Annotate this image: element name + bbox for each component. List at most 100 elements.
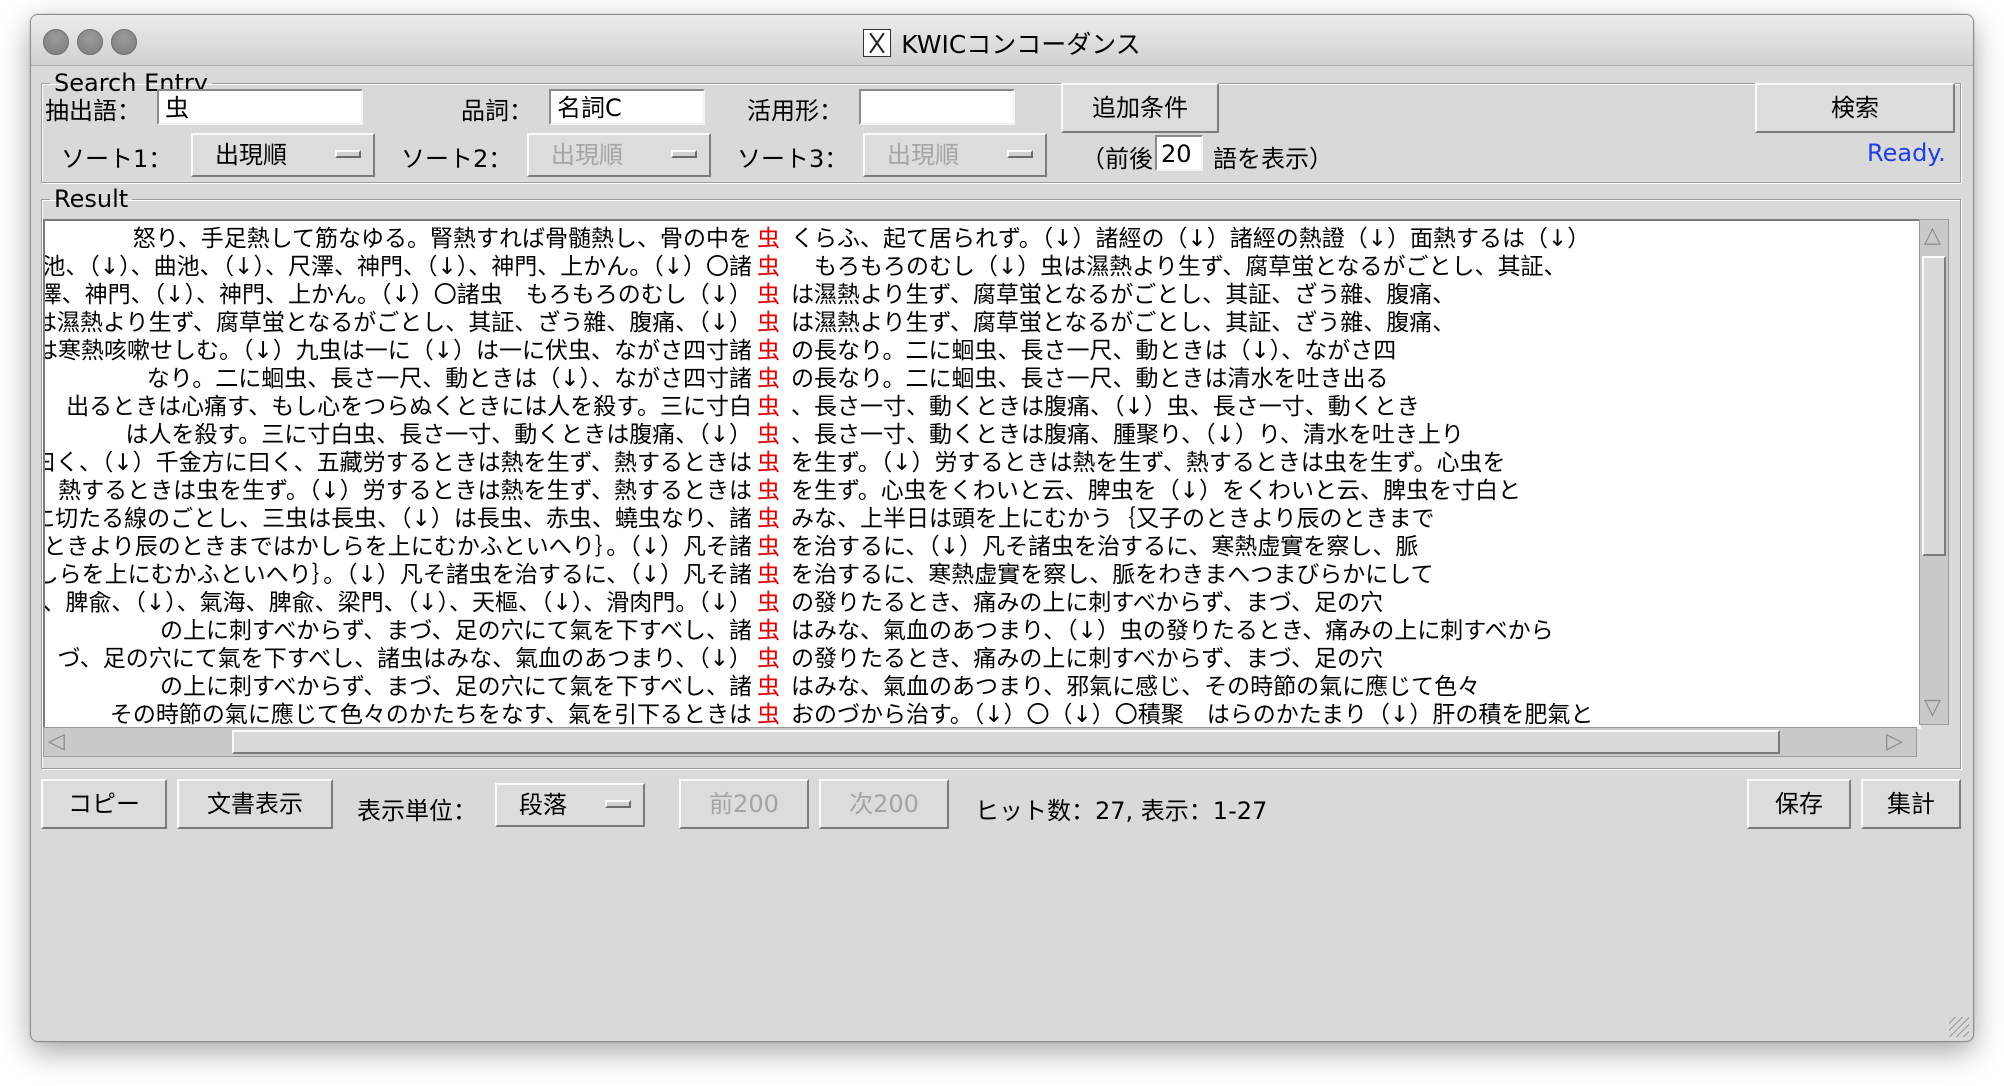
unit-label: 表示単位：	[357, 797, 477, 825]
left-context: その時節の氣に應じて色々のかたちをなす、氣を引下るときは	[109, 702, 752, 728]
menu-indicator-icon	[335, 150, 361, 158]
search-button[interactable]: 検索	[1755, 83, 1955, 133]
right-context: は濕熱より生ず、腐草蛍となるがごとし、其証、ざう雜、腹痛、	[791, 282, 1456, 308]
kwic-row: は濕熱より生ず、腐草蛍となるがごとし、其証、ざう雜、腹痛、（↓）虫は濕熱より生ず…	[45, 309, 1919, 337]
kwic-row: 怒り、手足熱して筋なゆる。腎熱すれば骨髄熱し、骨の中を虫くらふ、起て居られず。（…	[45, 225, 1919, 253]
left-context: 出るときは心痛す、もし心をつらぬくときには人を殺す。三に寸白	[66, 394, 752, 420]
conj-label: 活用形：	[747, 97, 843, 125]
right-context: を治するに、（↓）凡そ諸虫を治するに、寒熱虚實を察し、脈	[791, 534, 1419, 560]
sort2-value: 出現順	[551, 141, 623, 169]
pos-input[interactable]: 名詞C	[549, 89, 705, 125]
sort3-value: 出現順	[887, 141, 959, 169]
keyword-match: 虫	[757, 506, 780, 532]
next-200-button[interactable]: 次200	[819, 779, 949, 829]
sort1-value: 出現順	[215, 141, 287, 169]
left-context: 子のときより辰のときまではかしらを上にむかふといへり｝。（↓）凡そ諸	[43, 534, 752, 560]
left-context: はかしらを上にむかふといへり｝。（↓）凡そ諸虫を治するに、（↓）凡そ諸	[43, 562, 752, 588]
result-legend: Result	[54, 185, 129, 213]
hit-count-text: ヒット数：27, 表示：1-27	[975, 797, 1268, 825]
sort2-menu[interactable]: 出現順	[527, 133, 711, 177]
right-context: 、長さ一寸、動くときは腹痛、腫聚り、（↓）り、清水を吐き上り	[791, 422, 1464, 448]
right-context: はみな、氣血のあつまり、邪氣に感じ、その時節の氣に應じて色々	[791, 674, 1481, 700]
sort1-menu[interactable]: 出現順	[191, 133, 375, 177]
right-context: を生ず。心虫をくわいと云、脾虫を（↓）をくわいと云、脾虫を寸白と	[791, 478, 1521, 504]
sort3-menu[interactable]: 出現順	[863, 133, 1047, 177]
right-context: の發りたるとき、痛みの上に刺すべからず、まづ、足の穴	[791, 646, 1384, 672]
kwic-row: 子のときより辰のときまではかしらを上にむかふといへり｝。（↓）凡そ諸虫を治するに…	[45, 533, 1919, 561]
scroll-down-arrow-icon[interactable]: ▽	[1924, 694, 1941, 722]
left-context: の上に刺すべからず、まづ、足の穴にて氣を下すべし、諸	[159, 674, 752, 700]
vertical-scroll-thumb[interactable]	[1922, 256, 1946, 556]
kwic-row: は寒熱咳嗽せしむ。（↓）九虫は一に（↓）は一に伏虫、ながさ四寸諸虫の長なり。二に…	[45, 337, 1919, 365]
context-prefix: （前後	[1081, 145, 1153, 173]
kwic-row: 池、（↓）、曲池、（↓）、尺澤、神門、（↓）、神門、上かん。（↓）〇諸虫 もろも…	[45, 253, 1919, 281]
right-context: の發りたるとき、痛みの上に刺すべからず、まづ、足の穴	[791, 590, 1384, 616]
left-context: 怒り、手足熱して筋なゆる。腎熱すれば骨髄熱し、骨の中を	[132, 226, 752, 252]
kwic-row: に切たる線のごとし、三虫は長虫、（↓）は長虫、赤虫、蟯虫なり、諸虫みな、上半日は…	[45, 505, 1919, 533]
right-context: はみな、氣血のあつまり、（↓）虫の發りたるとき、痛みの上に刺すべから	[791, 618, 1554, 644]
document-view-button[interactable]: 文書表示	[177, 779, 333, 829]
prev-200-button[interactable]: 前200	[679, 779, 809, 829]
horizontal-scroll-thumb[interactable]	[232, 730, 1780, 754]
keyword-match: 虫	[757, 282, 780, 308]
kwic-row: その時節の氣に應じて色々のかたちをなす、氣を引下るときは虫おのづから治す。（↓）…	[45, 701, 1919, 728]
horizontal-scrollbar[interactable]: ◁ ▷	[43, 727, 1917, 757]
left-context: に曰く、（↓）千金方に曰く、五藏労するときは熱を生ず、熱するときは	[43, 450, 752, 476]
title-bar[interactable]: KWICコンコーダンス	[31, 15, 1973, 66]
window-title-text: KWICコンコーダンス	[901, 30, 1141, 59]
right-context: は濕熱より生ず、腐草蛍となるがごとし、其証、ざう雜、腹痛、	[791, 310, 1456, 336]
extract-word-input[interactable]: 虫	[157, 89, 363, 125]
vertical-scrollbar[interactable]: △ ▽	[1919, 219, 1949, 725]
keyword-match: 虫	[757, 394, 780, 420]
keyword-match: 虫	[757, 590, 780, 616]
kwic-row: 、熱するときは虫を生ず。（↓）労するときは熱を生ず、熱するときは虫を生ず。心虫を…	[45, 477, 1919, 505]
scroll-left-arrow-icon[interactable]: ◁	[48, 728, 65, 756]
left-context: に切たる線のごとし、三虫は長虫、（↓）は長虫、赤虫、蟯虫なり、諸	[43, 506, 752, 532]
keyword-match: 虫	[757, 310, 780, 336]
kwic-row: なり。二に蛔虫、長さ一尺、動ときは（↓）、ながさ四寸諸虫の長なり。二に蛔虫、長さ…	[45, 365, 1919, 393]
add-condition-button[interactable]: 追加条件	[1061, 83, 1219, 133]
display-unit-value: 段落	[519, 791, 567, 819]
keyword-match: 虫	[757, 226, 780, 252]
display-unit-menu[interactable]: 段落	[495, 783, 645, 827]
keyword-match: 虫	[757, 534, 780, 560]
right-context: おのづから治す。（↓）〇（↓）〇積聚 はらのかたまり（↓）肝の積を肥氣と	[791, 702, 1594, 728]
menu-indicator-icon	[1007, 150, 1033, 158]
window-title: KWICコンコーダンス	[31, 25, 1973, 61]
conj-form-input[interactable]	[859, 89, 1015, 125]
kwic-row: づ、足の穴にて氣を下すべし、諸虫はみな、氣血のあつまり、（↓）虫の發りたるとき、…	[45, 645, 1919, 673]
right-context: もろもろのむし（↓）虫は濕熱より生ず、腐草蛍となるがごとし、其証、	[791, 254, 1567, 280]
menu-indicator-icon	[605, 800, 631, 808]
right-context: を治するに、寒熱虚實を察し、脈をわきまへつまびらかにして	[791, 562, 1434, 588]
left-context: 、熱するときは虫を生ず。（↓）労するときは熱を生ず、熱するときは	[43, 478, 752, 504]
sort1-label: ソート1：	[61, 145, 173, 173]
extract-label: 抽出語：	[45, 97, 141, 125]
scroll-right-arrow-icon[interactable]: ▷	[1886, 728, 1903, 756]
right-context: の長なり。二に蛔虫、長さ一尺、動ときは清水を吐き出る	[791, 366, 1389, 392]
context-width-input[interactable]: 20	[1155, 135, 1203, 171]
left-context: なり。二に蛔虫、長さ一尺、動ときは（↓）、ながさ四寸諸	[146, 366, 752, 392]
left-context: 、脾兪、（↓）、氣海、脾兪、梁門、（↓）、天樞、（↓）、滑肉門。（↓）	[43, 590, 752, 616]
scroll-up-arrow-icon[interactable]: △	[1924, 222, 1941, 250]
resize-grip-icon[interactable]	[1949, 1017, 1969, 1037]
right-context: くらふ、起て居られず。（↓）諸經の（↓）諸經の熱證（↓）面熱するは（↓）	[791, 226, 1591, 252]
keyword-match: 虫	[757, 674, 780, 700]
sort2-label: ソート2：	[401, 145, 513, 173]
kwic-row: 出るときは心痛す、もし心をつらぬくときには人を殺す。三に寸白虫、長さ一寸、動くと…	[45, 393, 1919, 421]
copy-button[interactable]: コピー	[41, 779, 167, 829]
keyword-match: 虫	[757, 702, 780, 728]
left-context: は人を殺す。三に寸白虫、長さ一寸、動くときは腹痛、（↓）	[125, 422, 752, 448]
keyword-match: 虫	[757, 478, 780, 504]
sort3-label: ソート3：	[737, 145, 849, 173]
kwic-result-text[interactable]: 怒り、手足熱して筋なゆる。腎熱すれば骨髄熱し、骨の中を虫くらふ、起て居られず。（…	[43, 219, 1921, 729]
kwic-row: に曰く、（↓）千金方に曰く、五藏労するときは熱を生ず、熱するときは虫を生ず。（↓…	[45, 449, 1919, 477]
left-context: づ、足の穴にて氣を下すべし、諸虫はみな、氣血のあつまり、（↓）	[57, 646, 752, 672]
kwic-window: KWICコンコーダンス Search Entry 抽出語： 虫 品詞： 名詞C …	[30, 14, 1974, 1042]
keyword-match: 虫	[757, 366, 780, 392]
aggregate-button[interactable]: 集計	[1861, 779, 1961, 829]
kwic-row: 、脾兪、（↓）、氣海、脾兪、梁門、（↓）、天樞、（↓）、滑肉門。（↓）虫の發りた…	[45, 589, 1919, 617]
status-text: Ready.	[1867, 139, 1946, 167]
save-button[interactable]: 保存	[1747, 779, 1851, 829]
left-context: 池、（↓）、曲池、（↓）、尺澤、神門、（↓）、神門、上かん。（↓）〇諸	[43, 254, 752, 280]
kwic-row: は人を殺す。三に寸白虫、長さ一寸、動くときは腹痛、（↓）虫、長さ一寸、動くときは…	[45, 421, 1919, 449]
